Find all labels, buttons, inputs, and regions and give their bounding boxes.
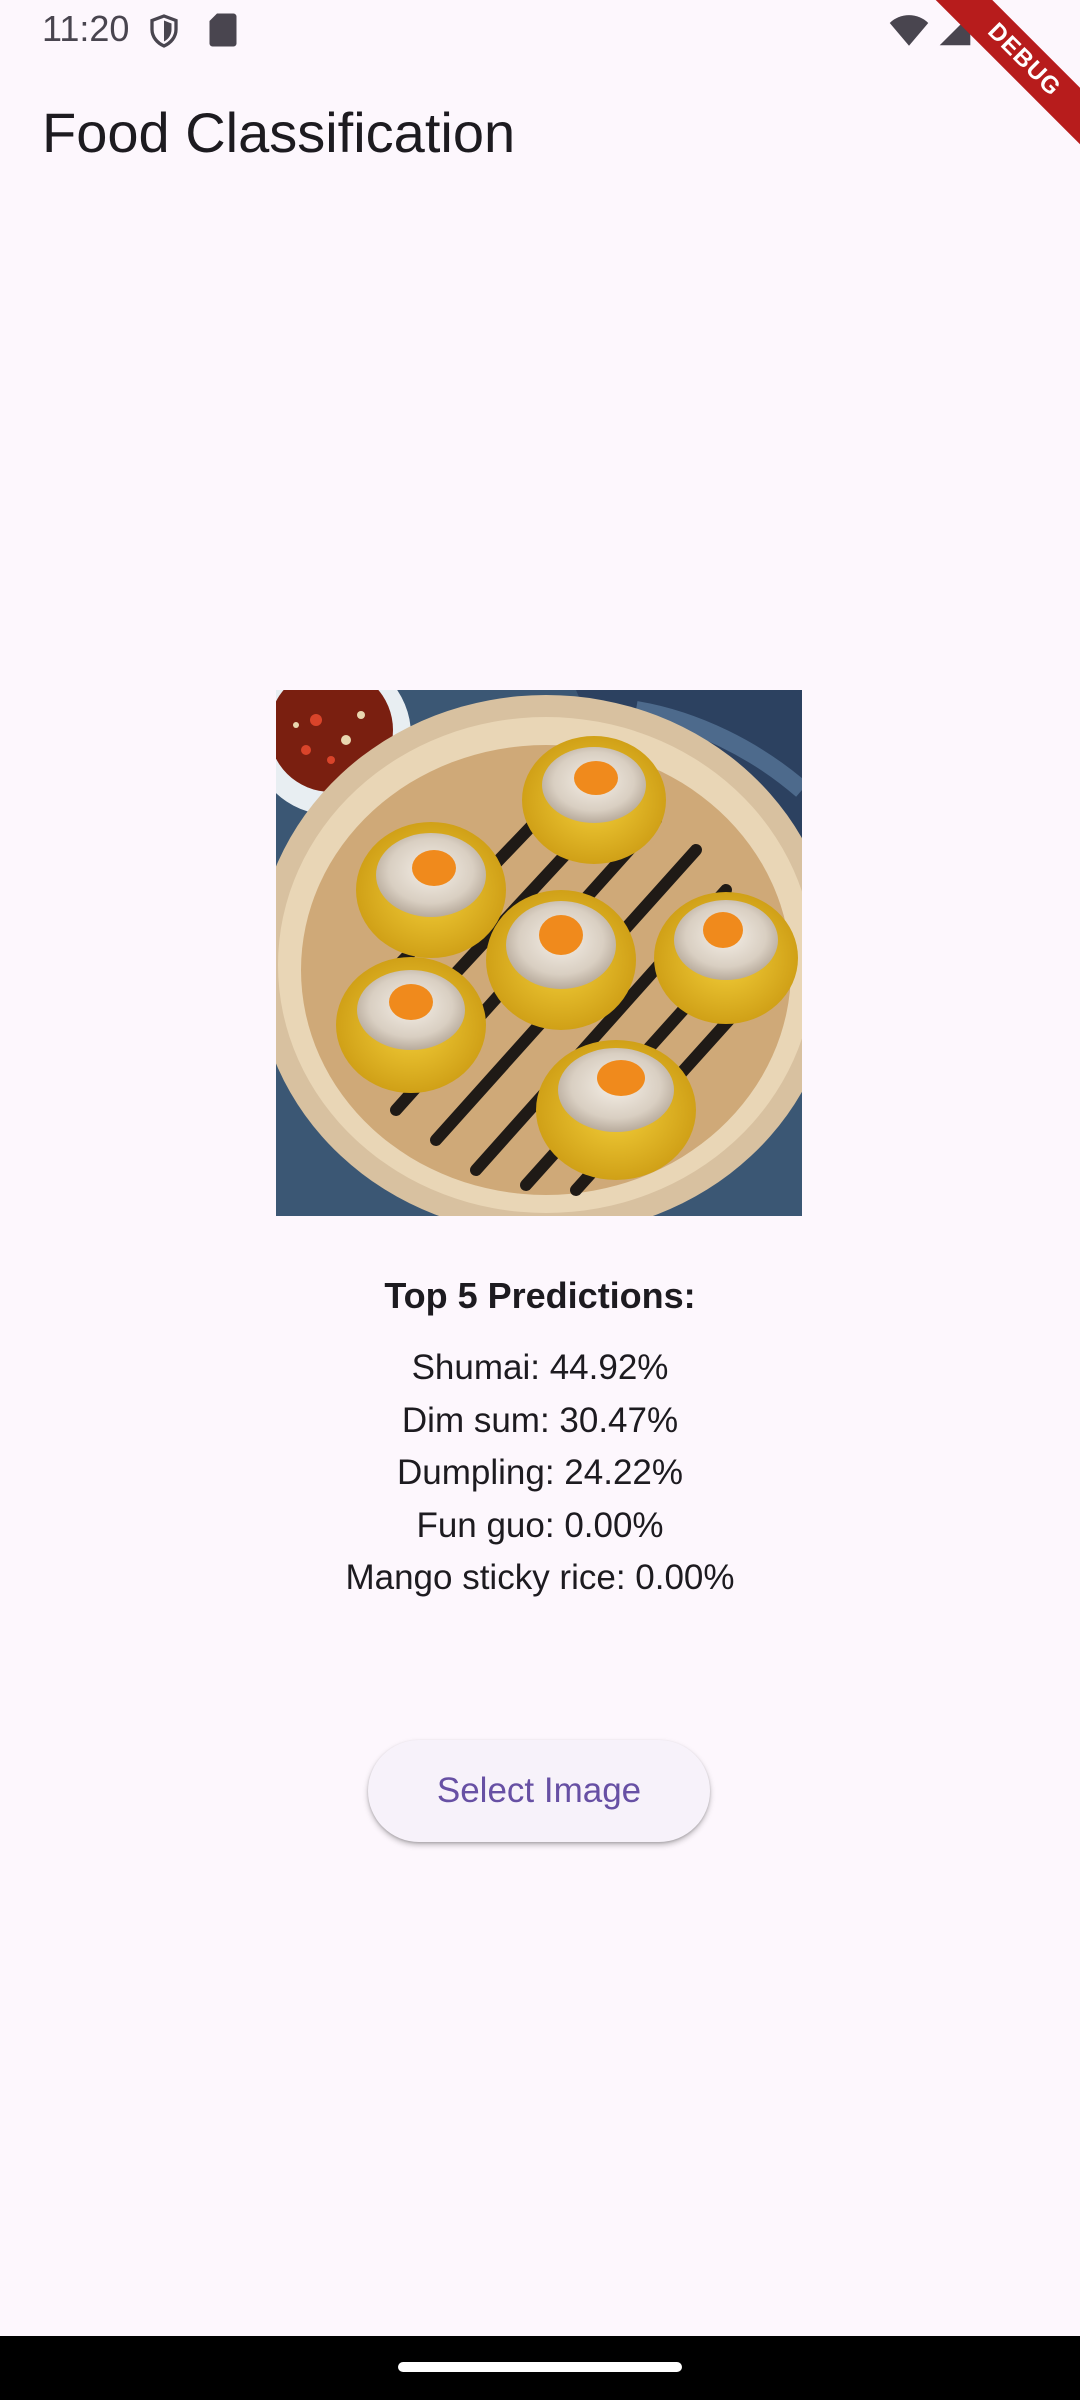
system-nav-bar <box>0 2336 1080 2400</box>
app-title: Food Classification <box>42 101 516 164</box>
home-indicator[interactable] <box>398 2362 682 2372</box>
predictions-section: Top 5 Predictions: Shumai: 44.92% Dim su… <box>0 1270 1080 1605</box>
prediction-item: Fun guo: 0.00% <box>416 1505 664 1545</box>
prediction-item: Mango sticky rice: 0.00% <box>345 1558 735 1597</box>
debug-banner: DEBUG <box>920 0 1080 160</box>
shield-icon <box>146 12 182 55</box>
select-image-button[interactable]: Select Image <box>368 1740 710 1842</box>
predictions-title: Top 5 Predictions: <box>384 1275 696 1316</box>
sd-card-icon <box>208 12 238 53</box>
status-bar: 11:20 <box>0 0 1080 62</box>
status-time: 11:20 <box>42 8 130 49</box>
prediction-item: Shumai: 44.92% <box>411 1348 669 1387</box>
debug-label: DEBUG <box>925 0 1080 159</box>
prediction-item: Dumpling: 24.22% <box>397 1453 683 1492</box>
food-image <box>276 690 802 1216</box>
prediction-item: Dim sum: 30.47% <box>401 1400 679 1440</box>
